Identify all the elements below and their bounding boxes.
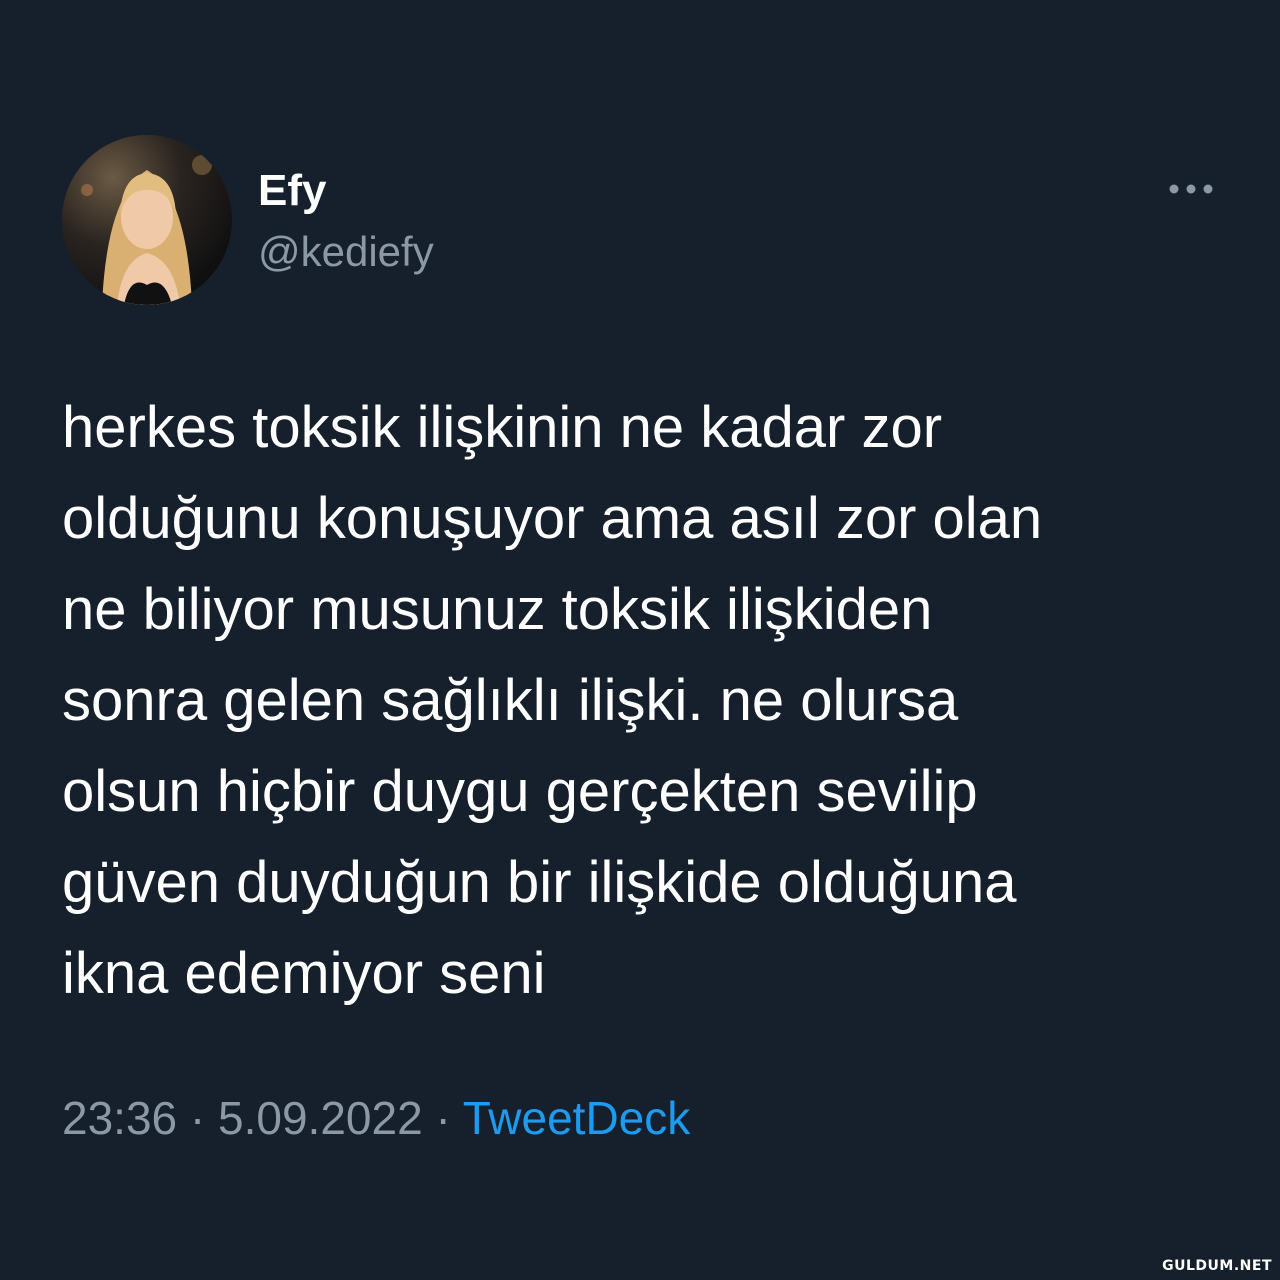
tweet-time[interactable]: 23:36 — [62, 1092, 177, 1144]
tweet-text-line: olsun hiçbir duygu gerçekten sevilip — [62, 759, 978, 824]
meta-separator: · — [435, 1092, 451, 1144]
avatar[interactable] — [62, 135, 232, 305]
more-horizontal-icon[interactable] — [1164, 174, 1220, 204]
meta-separator: · — [189, 1092, 206, 1144]
tweet-source-link[interactable]: TweetDeck — [463, 1092, 691, 1144]
tweet-text-line: olduğunu konuşuyor ama asıl zor olan — [62, 486, 1043, 551]
tweet-text: herkes toksik ilişkinin ne kadar zor old… — [62, 382, 1232, 1019]
profile-photo-icon — [62, 135, 232, 305]
tweet-meta: 23:36 · 5.09.2022 · TweetDeck — [62, 1090, 690, 1146]
tweet-text-line: ikna edemiyor seni — [62, 941, 546, 1006]
author-name[interactable]: Efy — [258, 165, 326, 217]
watermark: GULDUM.NET — [1162, 1258, 1272, 1274]
tweet-text-line: herkes toksik ilişkinin ne kadar zor — [62, 395, 943, 460]
tweet-card: Efy @kediefy herkes toksik ilişkinin ne … — [0, 0, 1280, 1280]
author-handle[interactable]: @kediefy — [258, 226, 434, 278]
tweet-date[interactable]: 5.09.2022 — [218, 1092, 423, 1144]
tweet-text-line: sonra gelen sağlıklı ilişki. ne olursa — [62, 668, 959, 733]
tweet-text-line: güven duyduğun bir ilişkide olduğuna — [62, 850, 1017, 915]
tweet-text-line: ne biliyor musunuz toksik ilişkiden — [62, 577, 933, 642]
